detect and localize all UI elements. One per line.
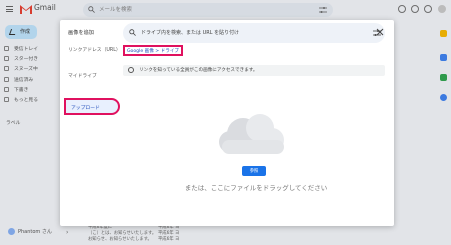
info-icon <box>128 67 134 73</box>
info-banner: リンクを知っている全員がこの画像にアクセスできます。 <box>123 65 385 76</box>
search-icon <box>129 29 136 36</box>
tab-upload[interactable]: アップロード <box>64 98 120 115</box>
drag-drop-hint: または、ここにファイルをドラッグしてください <box>184 184 328 192</box>
drive-search-input[interactable]: ドライブ内を検索、または URL を貼り付け <box>123 23 385 43</box>
browse-button[interactable]: 参照 <box>242 166 266 176</box>
cloud-upload-illustration-icon <box>219 114 284 154</box>
info-text: リンクを知っている全員がこの画像にアクセスできます。 <box>139 68 258 73</box>
tab-upload-label: アップロード <box>71 106 100 111</box>
breadcrumb-text: Google 画像 > ドライブ <box>127 49 179 54</box>
insert-image-dialog: 画像を追加 リンクアドレス（URL） マイドライブ アップロード ドライブ内を検… <box>60 20 394 226</box>
browse-button-label: 参照 <box>249 169 259 174</box>
dialog-title: 画像を追加 <box>68 30 94 36</box>
close-icon[interactable] <box>376 28 384 36</box>
tab-link-url[interactable]: リンクアドレス（URL） <box>68 46 121 53</box>
tab-my-drive[interactable]: マイドライブ <box>68 72 97 79</box>
breadcrumb[interactable]: Google 画像 > ドライブ <box>123 45 183 56</box>
drive-search-placeholder: ドライブ内を検索、または URL を貼り付け <box>141 30 240 36</box>
dialog-sidebar: 画像を追加 リンクアドレス（URL） マイドライブ アップロード <box>60 20 121 226</box>
